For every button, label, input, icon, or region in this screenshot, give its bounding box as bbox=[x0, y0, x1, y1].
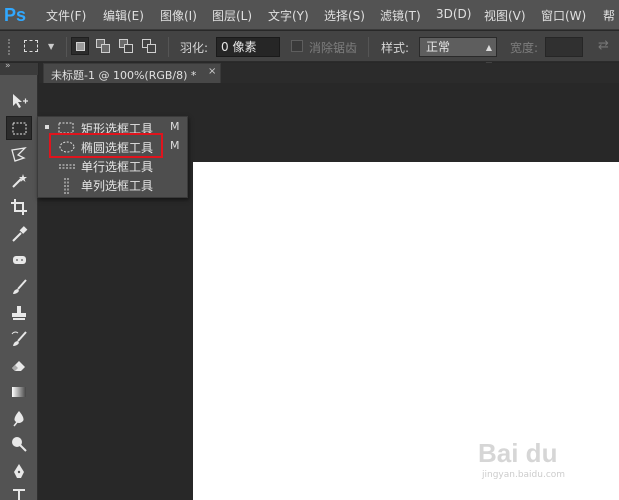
add-selection-button[interactable] bbox=[94, 37, 112, 55]
healing-brush-icon bbox=[13, 256, 26, 264]
style-select[interactable]: 正常 ▲▼ bbox=[419, 37, 497, 70]
eyedropper-tool[interactable] bbox=[6, 222, 32, 246]
options-grip[interactable] bbox=[8, 39, 12, 55]
style-select-value: 正常 bbox=[426, 40, 451, 54]
swap-icon[interactable]: ⇄ bbox=[598, 38, 609, 53]
photoshop-logo: Ps bbox=[4, 5, 27, 25]
document-tab-bar: 未标题-1 @ 100%(RGB/8) * × bbox=[39, 63, 619, 83]
dodge-tool[interactable] bbox=[6, 432, 32, 456]
healing-brush-tool[interactable] bbox=[6, 248, 32, 272]
marquee-tool-icon bbox=[12, 122, 27, 135]
feather-input[interactable]: 0 像素 bbox=[216, 37, 280, 57]
watermark-logo: Bai du bbox=[478, 438, 558, 468]
gradient-tool[interactable] bbox=[6, 380, 32, 404]
move-tool-icon bbox=[13, 94, 28, 108]
flyout-item-shortcut: M bbox=[170, 120, 180, 133]
history-brush-icon bbox=[11, 331, 27, 346]
clone-stamp-tool[interactable] bbox=[6, 301, 32, 325]
flyout-item-shortcut: M bbox=[170, 139, 180, 152]
eyedropper-icon bbox=[12, 226, 28, 242]
divider bbox=[168, 37, 169, 57]
menu-view[interactable]: 视图(V) bbox=[484, 7, 526, 24]
menu-filter[interactable]: 滤镜(T) bbox=[380, 7, 421, 24]
single-column-marquee-icon bbox=[64, 178, 69, 194]
tools-panel-header[interactable]: » bbox=[0, 61, 38, 75]
document-tab[interactable]: 未标题-1 @ 100%(RGB/8) * × bbox=[43, 63, 221, 83]
watermark-url: jingyan.baidu.com bbox=[482, 470, 566, 480]
options-bar: ▼ 羽化: 0 像素 消除锯齿 样式: 正常 ▲▼ 宽度: ⇄ bbox=[0, 31, 619, 70]
divider bbox=[368, 37, 369, 57]
blur-icon bbox=[13, 411, 24, 427]
menu-file[interactable]: 文件(F) bbox=[46, 7, 86, 24]
clone-stamp-icon bbox=[12, 306, 26, 320]
menu-help[interactable]: 帮 bbox=[603, 7, 615, 24]
width-label: 宽度: bbox=[510, 41, 539, 55]
magic-wand-tool[interactable] bbox=[6, 169, 32, 193]
subtract-selection-button[interactable] bbox=[117, 37, 135, 55]
rect-marquee-icon bbox=[24, 40, 38, 52]
history-brush-tool[interactable] bbox=[6, 327, 32, 351]
feather-label: 羽化: bbox=[180, 41, 209, 55]
highlight-annotation-box bbox=[49, 133, 163, 158]
intersect-selection-button[interactable] bbox=[140, 37, 158, 55]
active-bullet-icon bbox=[45, 125, 49, 129]
chevron-down-icon: ▼ bbox=[48, 42, 55, 51]
menu-edit[interactable]: 编辑(E) bbox=[103, 7, 144, 24]
marquee-tool[interactable] bbox=[6, 116, 32, 140]
crop-tool-icon bbox=[11, 199, 27, 215]
antialias-label: 消除锯齿 bbox=[309, 41, 358, 55]
baidu-watermark: Bai du jingyan.baidu.com bbox=[478, 438, 608, 488]
brush-tool-icon bbox=[13, 279, 27, 294]
menu-3d[interactable]: 3D(D) bbox=[436, 7, 471, 21]
lasso-tool[interactable] bbox=[6, 143, 32, 167]
style-label: 样式: bbox=[381, 41, 410, 55]
magic-wand-icon bbox=[12, 174, 27, 188]
type-tool-icon bbox=[13, 489, 25, 500]
divider bbox=[66, 37, 67, 57]
crop-tool[interactable] bbox=[6, 195, 32, 219]
antialias-checkbox[interactable] bbox=[291, 40, 303, 52]
tool-preset-picker[interactable]: ▼ bbox=[20, 36, 64, 58]
single-row-marquee-icon bbox=[59, 164, 75, 169]
flyout-item-label: 单行选框工具 bbox=[81, 160, 154, 174]
menu-type[interactable]: 文字(Y) bbox=[268, 7, 309, 24]
document-tab-title: 未标题-1 @ 100%(RGB/8) * bbox=[51, 69, 197, 82]
tools-panel: » bbox=[0, 61, 38, 500]
flyout-item-single-row-marquee[interactable]: 单行选框工具 bbox=[38, 156, 189, 175]
pen-tool[interactable] bbox=[6, 459, 32, 483]
pen-tool-icon bbox=[14, 464, 24, 478]
flyout-item-label: 单列选框工具 bbox=[81, 179, 154, 193]
menu-select[interactable]: 选择(S) bbox=[324, 7, 365, 24]
brush-tool[interactable] bbox=[6, 275, 32, 299]
dodge-icon bbox=[12, 437, 27, 452]
lasso-tool-icon bbox=[11, 147, 27, 162]
width-input[interactable] bbox=[545, 37, 583, 57]
eraser-icon bbox=[12, 361, 25, 371]
eraser-tool[interactable] bbox=[6, 353, 32, 377]
move-tool[interactable] bbox=[6, 89, 32, 113]
new-selection-icon bbox=[76, 42, 85, 51]
gradient-icon bbox=[12, 387, 26, 397]
flyout-item-single-column-marquee[interactable]: 单列选框工具 bbox=[38, 175, 189, 194]
menu-window[interactable]: 窗口(W) bbox=[541, 7, 586, 24]
menu-layer[interactable]: 图层(L) bbox=[212, 7, 252, 24]
collapse-icon: » bbox=[5, 61, 10, 71]
type-tool[interactable] bbox=[6, 483, 32, 500]
new-selection-button[interactable] bbox=[71, 37, 89, 55]
blur-tool[interactable] bbox=[6, 406, 32, 430]
menu-bar: Ps 文件(F) 编辑(E) 图像(I) 图层(L) 文字(Y) 选择(S) 滤… bbox=[0, 0, 619, 30]
close-icon[interactable]: × bbox=[208, 66, 216, 77]
menu-image[interactable]: 图像(I) bbox=[160, 7, 197, 24]
